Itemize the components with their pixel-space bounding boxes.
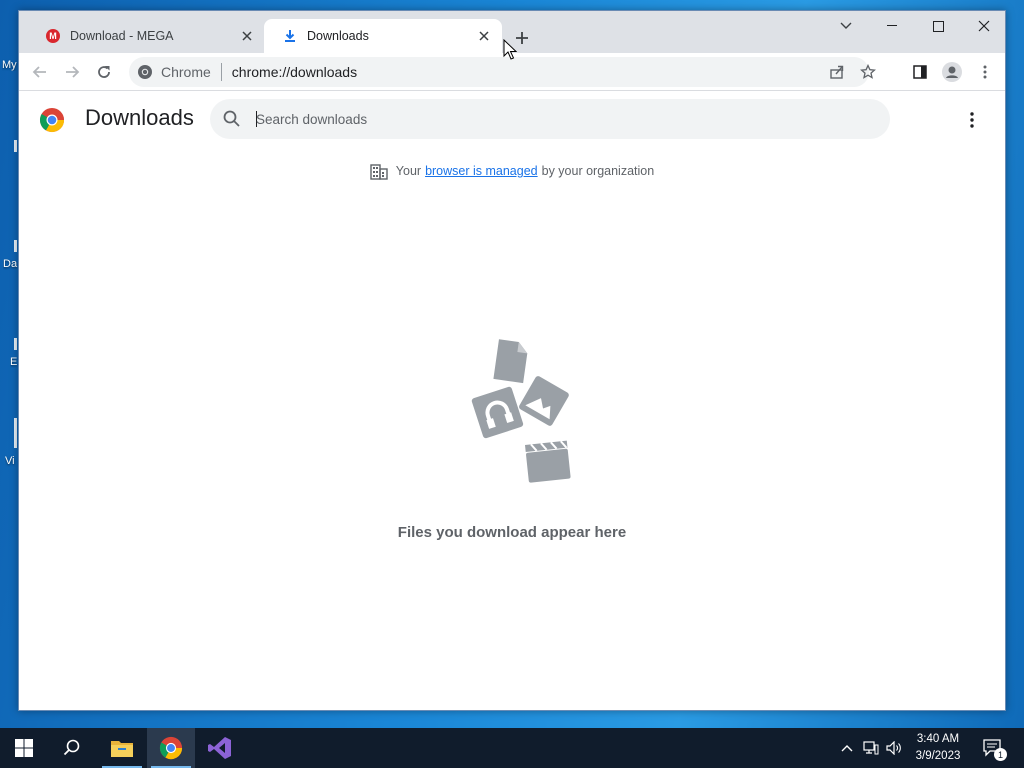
- close-tab-icon[interactable]: [239, 28, 255, 44]
- star-icon: [860, 64, 876, 79]
- start-button[interactable]: [0, 728, 48, 768]
- search-bar[interactable]: [210, 99, 890, 139]
- desktop-icon[interactable]: [14, 140, 17, 152]
- desktop-icon[interactable]: [14, 418, 17, 448]
- close-window-button[interactable]: [961, 11, 1007, 41]
- reload-button[interactable]: [90, 58, 118, 86]
- file-explorer-icon: [111, 741, 133, 757]
- clock-time: 3:40 AM: [916, 733, 960, 745]
- profile-button[interactable]: [938, 58, 966, 86]
- network-icon: [863, 741, 879, 755]
- tab-mega[interactable]: M Download - MEGA: [27, 19, 265, 53]
- download-arrow-icon: [282, 28, 298, 44]
- minimize-icon: [887, 25, 897, 26]
- video-file-icon: [525, 440, 571, 483]
- managed-suffix: by your organization: [541, 164, 655, 178]
- clock-date: 3/9/2023: [915, 750, 961, 762]
- taskbar-chrome[interactable]: [147, 728, 195, 768]
- omnibox-divider: [220, 63, 222, 81]
- plus-icon: [516, 32, 528, 44]
- network-tray-button[interactable]: [861, 728, 881, 768]
- page-title: Downloads: [85, 105, 194, 130]
- kebab-menu-icon: [970, 112, 974, 128]
- building-icon: [370, 164, 388, 180]
- chrome-icon: [159, 736, 183, 760]
- bookmark-button[interactable]: [855, 59, 881, 85]
- forward-arrow-icon: [66, 66, 80, 78]
- desktop-icon[interactable]: [14, 338, 17, 350]
- back-arrow-icon: [32, 66, 46, 78]
- empty-state-message: Files you download appear here: [397, 524, 627, 541]
- address-bar[interactable]: Chrome chrome://downloads: [129, 57, 876, 87]
- taskbar: 3:40 AM 3/9/2023 1: [0, 728, 1024, 768]
- site-label: Chrome: [161, 64, 211, 80]
- speaker-icon: [886, 741, 901, 755]
- volume-tray-button[interactable]: [884, 728, 904, 768]
- close-tab-icon[interactable]: [476, 28, 492, 44]
- tab-search-button[interactable]: [823, 11, 869, 41]
- reload-icon: [98, 66, 110, 78]
- downloads-menu-button[interactable]: [959, 107, 985, 133]
- chrome-logo-icon: [39, 108, 65, 133]
- search-input[interactable]: [256, 111, 816, 127]
- desktop-icon[interactable]: [14, 240, 17, 252]
- system-clock[interactable]: 3:40 AM 3/9/2023: [906, 731, 970, 765]
- back-button[interactable]: [26, 58, 54, 86]
- tab-title: Download - MEGA: [70, 29, 174, 43]
- mouse-cursor-icon: [503, 39, 517, 60]
- show-hidden-icons-button[interactable]: [838, 728, 856, 768]
- avatar-icon: [942, 62, 962, 82]
- share-icon: [830, 65, 844, 79]
- search-icon: [223, 110, 240, 127]
- action-center-button[interactable]: 1: [980, 728, 1007, 768]
- share-button[interactable]: [824, 59, 850, 85]
- forward-button[interactable]: [58, 58, 86, 86]
- url-text[interactable]: chrome://downloads: [232, 64, 357, 80]
- close-icon: [978, 20, 990, 32]
- managed-notice: Your browser is managed by your organiza…: [19, 160, 1005, 182]
- image-file-icon: [519, 376, 569, 426]
- search-icon: [63, 739, 80, 756]
- downloads-page: Downloads Your browser is managed by yo: [19, 92, 1005, 710]
- side-panel-button[interactable]: [906, 58, 934, 86]
- visual-studio-icon: [208, 737, 231, 759]
- taskbar-file-explorer[interactable]: [98, 728, 146, 768]
- tab-downloads[interactable]: Downloads: [264, 19, 502, 53]
- side-panel-icon: [913, 65, 927, 79]
- maximize-icon: [932, 20, 944, 32]
- minimize-button[interactable]: [869, 11, 915, 41]
- taskbar-visual-studio[interactable]: [196, 728, 244, 768]
- taskbar-search-button[interactable]: [48, 728, 96, 768]
- document-icon: [493, 339, 528, 384]
- downloads-header: Downloads: [19, 92, 1005, 148]
- notification-count-badge: 1: [994, 748, 1007, 761]
- kebab-menu-icon: [983, 65, 987, 79]
- chrome-menu-button[interactable]: [971, 58, 999, 86]
- managed-prefix: Your: [395, 164, 422, 178]
- mega-icon: M: [45, 28, 61, 44]
- chrome-site-icon: [138, 65, 152, 79]
- audio-file-icon: [471, 386, 524, 439]
- chrome-window: M Download - MEGA Downloads Chrome chrom…: [18, 10, 1006, 711]
- tab-title: Downloads: [307, 29, 369, 43]
- empty-downloads-illustration: [471, 339, 571, 483]
- maximize-button[interactable]: [915, 11, 961, 41]
- chevron-down-icon: [840, 22, 852, 29]
- chevron-up-icon: [841, 745, 853, 752]
- windows-start-icon: [15, 739, 33, 757]
- browser-managed-link[interactable]: browser is managed: [425, 164, 538, 178]
